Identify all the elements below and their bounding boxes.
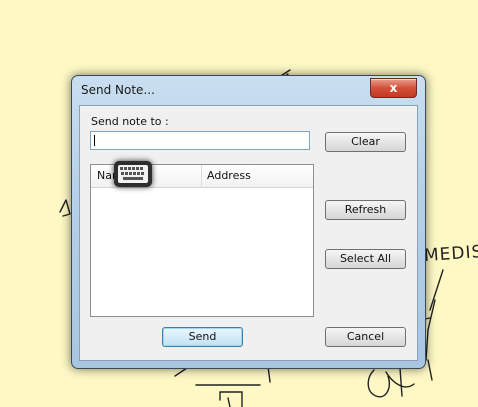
keyboard-icon[interactable] [114,161,152,187]
column-header-address[interactable]: Address [207,165,251,187]
close-button[interactable]: x [370,78,417,98]
dialog-client-area: Send note to : Clear Nam Address Refresh… [79,105,418,361]
send-note-to-input[interactable] [90,131,310,150]
send-button[interactable]: Send [162,327,243,347]
dialog-title: Send Note... [81,83,155,97]
clear-button[interactable]: Clear [325,132,406,152]
refresh-button[interactable]: Refresh [325,200,406,220]
send-note-dialog: Send Note... x Send note to : Clear Nam … [71,75,426,369]
cancel-button[interactable]: Cancel [325,327,406,347]
close-icon: x [389,81,398,95]
column-separator[interactable] [201,165,202,187]
select-all-button[interactable]: Select All [325,249,406,269]
text-caret [94,135,95,146]
background-scrawl-text: MEDIS [423,241,478,267]
send-note-to-label: Send note to : [91,115,169,128]
keyboard-keys-graphic [120,167,144,180]
